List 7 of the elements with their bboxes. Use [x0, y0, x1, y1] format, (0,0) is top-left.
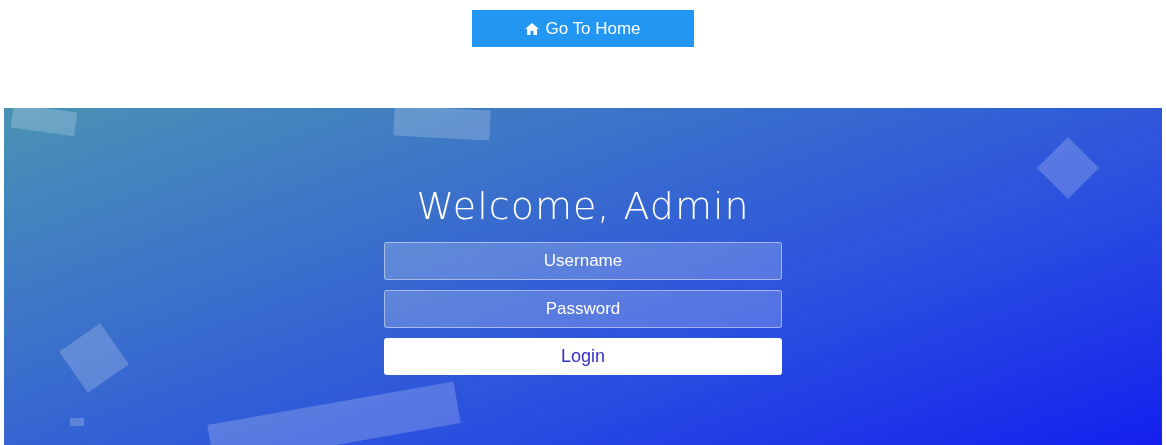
- welcome-title: Welcome, Admin: [416, 184, 750, 228]
- square-shape: [70, 418, 84, 426]
- username-field[interactable]: Username: [384, 242, 782, 280]
- password-field[interactable]: Password: [384, 290, 782, 328]
- square-shape: [10, 108, 78, 137]
- login-button[interactable]: Login: [384, 338, 782, 375]
- home-icon: [525, 22, 540, 35]
